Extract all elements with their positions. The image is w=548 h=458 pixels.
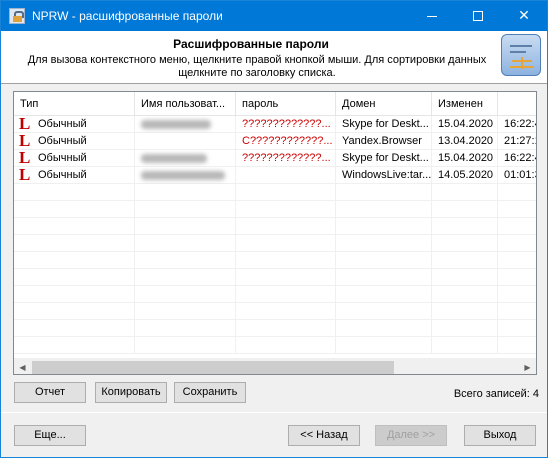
table-row[interactable]: L Обычный C????????????... Yandex.Browser…: [14, 133, 536, 150]
header-title: Расшифрованные пароли: [173, 37, 329, 51]
header-description-line1: Для вызова контекстного меню, щелкните п…: [27, 54, 487, 66]
scroll-left-arrow-icon[interactable]: ◀: [14, 359, 31, 374]
row-username: [135, 116, 236, 133]
scrollbar-thumb[interactable]: [32, 361, 394, 374]
maximize-button[interactable]: [455, 1, 501, 31]
row-type: Обычный: [38, 169, 87, 181]
empty-row: [14, 218, 536, 235]
header-description: Для вызова контекстного меню, щелкните п…: [11, 54, 503, 80]
column-header-type[interactable]: Тип: [14, 92, 135, 116]
list-header: Тип Имя пользоват... пароль Домен Измене…: [14, 92, 536, 116]
window-title: NPRW - расшифрованные пароли: [32, 9, 223, 23]
maximize-icon: [473, 11, 483, 21]
empty-row: [14, 184, 536, 201]
row-type: Обычный: [38, 135, 87, 147]
table-row[interactable]: L Обычный ?????????????... Skype for Desk…: [14, 150, 536, 167]
row-username: [135, 167, 236, 184]
scroll-right-arrow-icon[interactable]: ▶: [519, 359, 536, 374]
row-date: 13.04.2020: [432, 133, 498, 150]
row-time: 16:22:4: [498, 116, 536, 133]
row-password: [236, 167, 336, 184]
report-button[interactable]: Отчет: [14, 382, 86, 403]
total-records: Всего записей: 4: [453, 388, 539, 400]
empty-row: [14, 337, 536, 354]
app-lock-icon: [9, 8, 25, 24]
row-password: C????????????...: [236, 133, 336, 150]
empty-row: [14, 252, 536, 269]
username-redacted: [141, 171, 225, 180]
horizontal-scrollbar[interactable]: ◀ ▶: [14, 358, 536, 374]
divider: [1, 412, 547, 413]
table-row[interactable]: L Обычный ?????????????... Skype for Desk…: [14, 116, 536, 133]
row-domain: Skype for Deskt...: [336, 150, 432, 167]
minimize-button[interactable]: [409, 1, 455, 31]
row-time: 21:27:1: [498, 133, 536, 150]
row-password: ?????????????...: [236, 116, 336, 133]
empty-row: [14, 286, 536, 303]
passwords-list[interactable]: Тип Имя пользоват... пароль Домен Измене…: [13, 91, 537, 375]
row-username: [135, 133, 236, 150]
list-rows: L Обычный ?????????????... Skype for Desk…: [14, 116, 536, 358]
header-description-line2: щелкните по заголовку списка.: [178, 67, 336, 79]
exit-button[interactable]: Выход: [464, 425, 536, 446]
more-button[interactable]: Еще...: [14, 425, 86, 446]
next-button[interactable]: Далее >>: [375, 425, 447, 446]
network-passwords-icon: [501, 34, 541, 76]
close-icon: ✕: [518, 8, 530, 24]
wizard-header: Расшифрованные пароли Для вызова контекс…: [1, 31, 547, 84]
close-button[interactable]: ✕: [501, 1, 547, 31]
row-domain: Yandex.Browser: [336, 133, 432, 150]
empty-row: [14, 269, 536, 286]
table-row[interactable]: L Обычный WindowsLive:tar... 14.05.2020 0…: [14, 167, 536, 184]
empty-row: [14, 201, 536, 218]
column-header-domain[interactable]: Домен: [336, 92, 432, 116]
empty-row: [14, 320, 536, 337]
column-header-username[interactable]: Имя пользоват...: [135, 92, 236, 116]
row-type: Обычный: [38, 118, 87, 130]
row-date: 14.05.2020: [432, 167, 498, 184]
empty-row: [14, 235, 536, 252]
column-header-modified[interactable]: Изменен: [432, 92, 498, 116]
username-redacted: [141, 154, 207, 163]
save-button[interactable]: Сохранить: [174, 382, 246, 403]
copy-button[interactable]: Копировать: [95, 382, 167, 403]
login-type-icon: L: [19, 116, 31, 133]
row-time: 16:22:4: [498, 150, 536, 167]
column-header-extra[interactable]: [498, 92, 536, 116]
row-type-cell: L Обычный: [14, 116, 135, 133]
login-type-icon: L: [19, 150, 31, 167]
back-button[interactable]: << Назад: [288, 425, 360, 446]
row-username: [135, 150, 236, 167]
row-type-cell: L Обычный: [14, 133, 135, 150]
main-window: NPRW - расшифрованные пароли ✕ Расшифров…: [0, 0, 548, 458]
login-type-icon: L: [19, 167, 31, 184]
row-type-cell: L Обычный: [14, 167, 135, 184]
row-domain: WindowsLive:tar...: [336, 167, 432, 184]
login-type-icon: L: [19, 133, 31, 150]
row-password: ?????????????...: [236, 150, 336, 167]
empty-row: [14, 303, 536, 320]
row-type-cell: L Обычный: [14, 150, 135, 167]
minimize-icon: [427, 15, 437, 17]
row-date: 15.04.2020: [432, 150, 498, 167]
row-date: 15.04.2020: [432, 116, 498, 133]
row-time: 01:01:3: [498, 167, 536, 184]
row-type: Обычный: [38, 152, 87, 164]
column-header-password[interactable]: пароль: [236, 92, 336, 116]
username-redacted: [141, 120, 211, 129]
row-domain: Skype for Deskt...: [336, 116, 432, 133]
title-bar[interactable]: NPRW - расшифрованные пароли ✕: [1, 1, 547, 31]
